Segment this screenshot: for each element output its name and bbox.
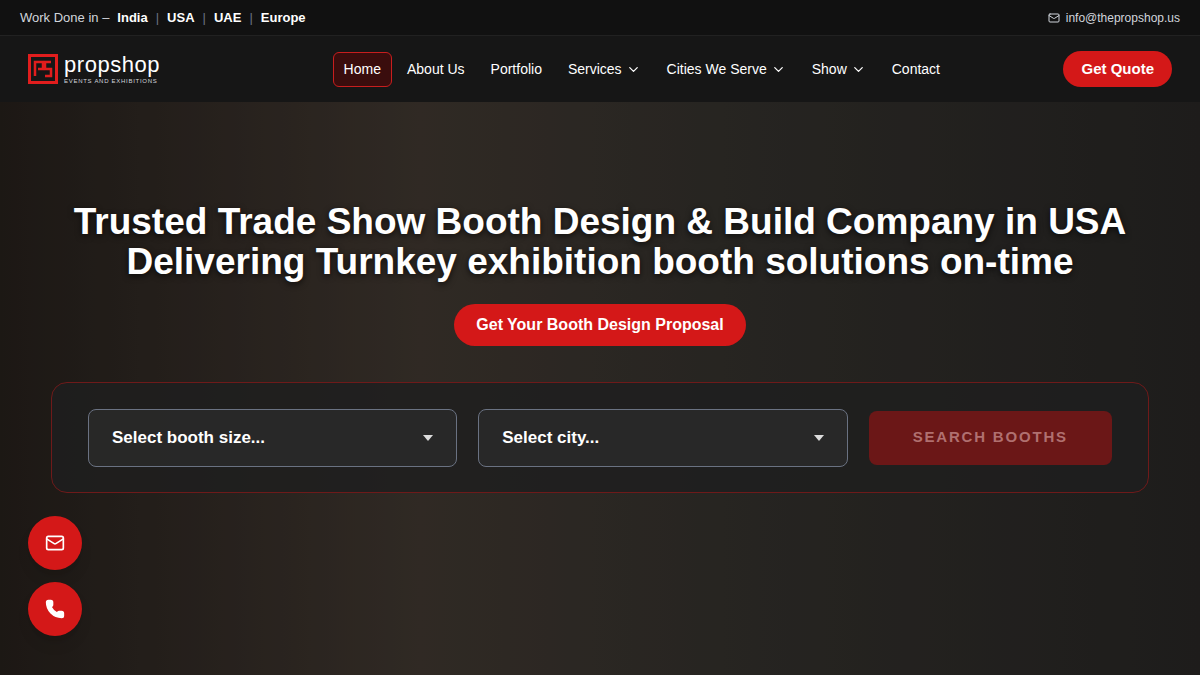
chevron-down-icon xyxy=(851,62,866,77)
nav-item[interactable]: Show xyxy=(801,52,877,87)
nav-item[interactable]: Services xyxy=(557,52,652,87)
top-email[interactable]: info@thepropshop.us xyxy=(1048,9,1180,27)
search-select[interactable]: Select booth size... xyxy=(88,409,457,467)
region-separator: | xyxy=(156,8,159,28)
float-phone-button[interactable] xyxy=(28,582,82,636)
logo[interactable]: propshop EVENTS AND EXHIBITIONS xyxy=(28,54,160,84)
nav-menu: HomeAbout UsPortfolioServicesCities We S… xyxy=(333,52,951,87)
top-bar: Work Done in – India | USA | UAE | Europe info@t… xyxy=(0,0,1200,36)
nav-bar: propshop EVENTS AND EXHIBITIONS HomeAbout … xyxy=(0,36,1200,102)
dropdown-caret-icon xyxy=(814,435,824,441)
search-panel: Select booth size... Select city... SEARCH… xyxy=(51,382,1149,493)
region-separator: | xyxy=(249,8,252,28)
region: USA xyxy=(167,8,194,28)
page: Work Done in – India | USA | UAE | Europe info@t… xyxy=(0,0,1200,675)
logo-tagline: EVENTS AND EXHIBITIONS xyxy=(64,78,160,84)
region: Europe xyxy=(261,8,306,28)
dropdown-caret-icon xyxy=(423,435,433,441)
region: India xyxy=(117,8,147,28)
top-bar-prefix: Work Done in – xyxy=(20,8,109,28)
mail-icon xyxy=(45,533,65,553)
chevron-down-icon xyxy=(771,62,786,77)
chevron-down-icon xyxy=(626,62,641,77)
region-separator: | xyxy=(203,8,206,28)
floating-contacts xyxy=(28,516,82,636)
get-quote-button[interactable]: Get Quote xyxy=(1063,51,1172,88)
email-icon xyxy=(1048,12,1060,24)
phone-icon xyxy=(45,599,65,619)
nav-item[interactable]: About Us xyxy=(396,52,476,87)
float-email-button[interactable] xyxy=(28,516,82,570)
search-select[interactable]: Select city... xyxy=(478,409,847,467)
nav-item[interactable]: Home xyxy=(333,52,392,87)
logo-mark-icon xyxy=(28,54,58,84)
nav-item[interactable]: Cities We Serve xyxy=(656,52,797,87)
logo-name: propshop xyxy=(64,54,160,76)
nav-item[interactable]: Contact xyxy=(881,52,951,87)
nav-item[interactable]: Portfolio xyxy=(480,52,553,87)
hero: Trusted Trade Show Booth Design & Build … xyxy=(0,102,1200,675)
hero-headline: Trusted Trade Show Booth Design & Build … xyxy=(45,202,1155,282)
region: UAE xyxy=(214,8,241,28)
search-booths-button[interactable]: SEARCH BOOTHS xyxy=(869,411,1112,465)
proposal-button[interactable]: Get Your Booth Design Proposal xyxy=(454,304,745,346)
